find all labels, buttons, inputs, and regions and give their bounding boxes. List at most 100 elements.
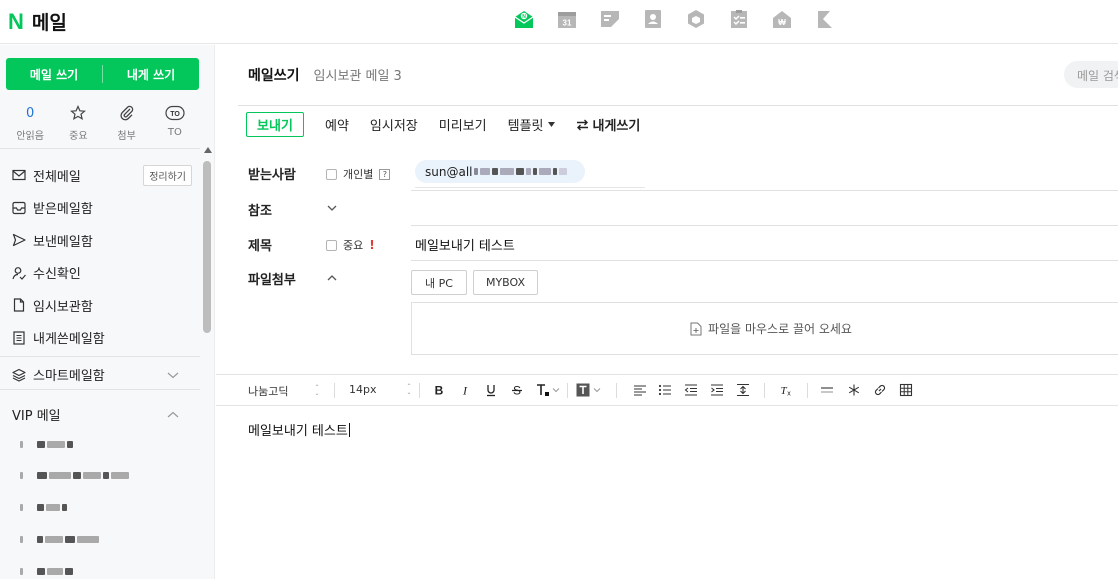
text-cursor	[348, 422, 350, 437]
sidebar-item-label: 전체메일	[33, 169, 81, 185]
font-family-value: 나눔고딕	[248, 385, 289, 398]
horizontal-rule-button[interactable]	[820, 383, 834, 397]
sidebar-item-drafts[interactable]: 임시보관함	[12, 289, 192, 322]
align-left-button[interactable]	[633, 383, 647, 397]
background-color-button[interactable]	[576, 383, 601, 397]
draft-count-link[interactable]: 임시보관 메일 3	[314, 65, 402, 84]
quick-attachment-label: 첨부	[117, 131, 136, 142]
toolbar-separator	[419, 383, 420, 398]
sidebar-item-all-mail[interactable]: 전체메일 정리하기	[12, 159, 192, 192]
sidebar-item-read-receipt[interactable]: 수신확인	[12, 257, 192, 290]
contacts-icon[interactable]	[642, 8, 664, 30]
strikethrough-button[interactable]: S	[510, 383, 524, 397]
special-char-button[interactable]	[847, 383, 861, 397]
quick-to-me[interactable]: TO TO	[153, 103, 197, 142]
text-color-icon	[537, 384, 549, 396]
bullet-list-button[interactable]	[658, 383, 672, 397]
recipient-address: sun@all	[425, 164, 473, 179]
chevron-up-icon[interactable]	[326, 272, 338, 284]
quick-filters: 0 안읽음 중요 첨부 TO TO	[6, 103, 199, 142]
preview-button[interactable]: 미리보기	[439, 115, 487, 134]
individual-send-checkbox[interactable]	[326, 168, 337, 180]
self-compose-toggle[interactable]: 내게쓰기	[576, 115, 641, 134]
quick-important[interactable]: 중요	[56, 103, 100, 142]
naver-logo-letter: N	[8, 8, 24, 34]
sidebar-item-label: 임시보관함	[33, 299, 93, 315]
star-icon	[70, 105, 87, 121]
toolbar-separator	[334, 383, 335, 398]
memo-icon[interactable]	[599, 8, 621, 30]
notes-icon	[13, 331, 25, 345]
quick-attachment[interactable]: 첨부	[105, 103, 149, 142]
bold-button[interactable]: B	[432, 383, 446, 398]
send-button[interactable]: 보내기	[246, 112, 304, 137]
mailbox-list: 전체메일 정리하기 받은메일함 보낸메일함 수신확인 임시보관함 내게쓴메일함	[12, 159, 192, 354]
vip-contact-redacted[interactable]	[20, 504, 67, 511]
scrollbar-thumb[interactable]	[203, 161, 211, 333]
self-compose-label: 내게쓰기	[592, 119, 641, 134]
outdent-button[interactable]	[684, 383, 698, 397]
cc-label: 참조	[248, 204, 272, 219]
font-size-select[interactable]: 14px ⌃ ⌄	[349, 383, 412, 396]
calendar-icon[interactable]: 31	[556, 8, 578, 30]
underline-button[interactable]	[484, 383, 498, 397]
individual-send-label: 개인별	[343, 168, 374, 181]
page-title: 메일쓰기	[248, 68, 300, 84]
mail-search-input[interactable]: 메일 검색	[1064, 61, 1118, 88]
bookmark-icon[interactable]	[814, 8, 836, 30]
clear-format-icon: Tx	[780, 385, 791, 397]
attach-mybox-button[interactable]: MYBOX	[473, 270, 538, 295]
subject-input[interactable]: 메일보내기 테스트	[415, 235, 515, 254]
link-icon	[874, 384, 886, 396]
align-left-icon	[634, 385, 646, 396]
sidebar-item-sent[interactable]: 보낸메일함	[12, 224, 192, 257]
sidebar-item-smart-mailbox[interactable]: 스마트메일함	[12, 365, 180, 384]
indent-button[interactable]	[710, 383, 724, 397]
help-icon[interactable]: ?	[379, 168, 391, 180]
mail-app-icon[interactable]: N	[513, 8, 535, 30]
line-height-button[interactable]	[736, 383, 750, 397]
checklist-icon[interactable]	[728, 8, 750, 30]
quick-important-label: 중요	[69, 131, 88, 142]
clear-format-button[interactable]: Tx	[778, 383, 792, 397]
vip-contact-redacted[interactable]	[20, 441, 73, 448]
chevron-up-icon[interactable]	[166, 408, 180, 422]
save-draft-button[interactable]: 임시저장	[370, 115, 418, 134]
vip-contact-redacted[interactable]	[20, 472, 129, 479]
vip-mail-section[interactable]: VIP 메일	[12, 405, 180, 424]
vip-contact-redacted[interactable]	[20, 568, 73, 575]
sidebar-item-label: 내게쓴메일함	[33, 332, 105, 348]
important-checkbox[interactable]	[326, 239, 337, 251]
svg-text:I: I	[462, 384, 468, 398]
template-dropdown[interactable]: 템플릿	[508, 115, 555, 134]
editor-body[interactable]: 메일보내기 테스트	[248, 420, 350, 439]
font-size-value: 14px	[349, 383, 377, 396]
swap-icon	[576, 119, 588, 130]
svg-text:N: N	[522, 14, 526, 20]
italic-button[interactable]: I	[458, 383, 472, 398]
file-drop-zone[interactable]: 파일을 마우스로 끌어 오세요	[411, 302, 1118, 355]
chevron-down-icon[interactable]	[326, 202, 338, 214]
scroll-up-arrow[interactable]	[204, 147, 212, 153]
quick-to-me-label: TO	[167, 127, 182, 138]
table-button[interactable]	[899, 383, 913, 397]
font-family-select[interactable]: 나눔고딕 ⌃ ⌄	[248, 383, 320, 399]
sidebar-scrollbar[interactable]	[202, 147, 212, 579]
cube-icon[interactable]	[685, 8, 707, 30]
schedule-button[interactable]: 예약	[325, 115, 349, 134]
naver-mail-logo[interactable]: N 메일	[8, 8, 67, 35]
attach-my-pc-button[interactable]: 내 PC	[411, 270, 467, 295]
vip-contact-redacted[interactable]	[20, 536, 99, 543]
compose-to-self-button[interactable]: 내게 쓰기	[103, 58, 199, 90]
sidebar-item-sent-to-self[interactable]: 내게쓴메일함	[12, 322, 192, 355]
home-icon[interactable]: ₩	[771, 8, 793, 30]
quick-unread[interactable]: 0 안읽음	[8, 103, 52, 143]
link-button[interactable]	[873, 383, 887, 397]
compose-mail-button[interactable]: 메일 쓰기	[6, 58, 102, 90]
recipient-chip[interactable]: sun@all	[415, 160, 585, 183]
chevron-down-icon[interactable]	[166, 368, 180, 382]
text-color-button[interactable]	[536, 383, 560, 397]
sidebar-item-inbox[interactable]: 받은메일함	[12, 192, 192, 225]
indent-icon	[711, 384, 723, 396]
organize-button[interactable]: 정리하기	[143, 164, 192, 186]
